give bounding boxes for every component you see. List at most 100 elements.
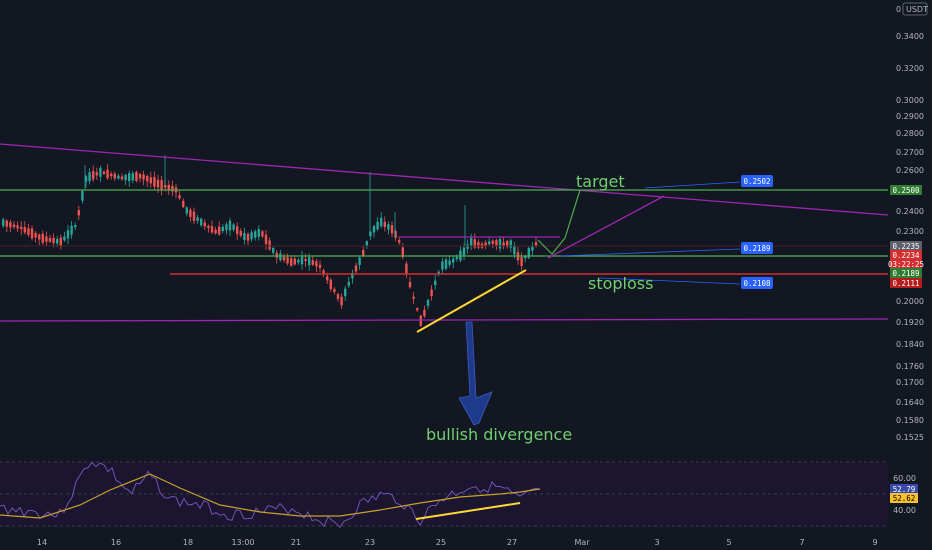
ascending-trendline[interactable] bbox=[547, 195, 665, 259]
y-tick-label: 0.1840 bbox=[896, 340, 924, 349]
candle-body bbox=[66, 230, 70, 239]
candle-body bbox=[12, 224, 16, 228]
candle-body bbox=[153, 177, 156, 187]
y-tick-label: 0.2800 bbox=[896, 129, 924, 138]
candle-body bbox=[491, 240, 494, 244]
candle-body bbox=[149, 177, 152, 184]
price-chart[interactable]: 0.2502 0.2189 0.2108 0.3400 0.3200 0.3000 0.2… bbox=[0, 0, 932, 550]
candle-body bbox=[38, 234, 41, 240]
level-badge-text: 0.2502 bbox=[743, 177, 770, 186]
candle-body bbox=[293, 258, 296, 265]
candle-body bbox=[9, 222, 12, 228]
candle-body bbox=[333, 288, 336, 293]
candle-body bbox=[124, 174, 127, 181]
candle-body bbox=[405, 263, 408, 274]
candle-body bbox=[347, 281, 350, 286]
bullish-divergence-annotation: bullish divergence bbox=[426, 425, 572, 444]
candle-body bbox=[196, 217, 199, 221]
candle-body bbox=[534, 242, 538, 246]
candle-body bbox=[23, 227, 26, 233]
down-arrow-icon bbox=[458, 321, 493, 426]
candle-body bbox=[268, 240, 271, 250]
candle-body bbox=[131, 173, 134, 181]
candle-body bbox=[2, 219, 5, 226]
candle-body bbox=[167, 184, 170, 191]
x-tick-label: 13:00 bbox=[231, 538, 254, 547]
y-tick-label: 0.1640 bbox=[896, 398, 924, 407]
rsi-value-text: 52.62 bbox=[893, 494, 916, 503]
candle-body bbox=[452, 258, 455, 263]
candle-body bbox=[250, 232, 253, 240]
y-axis[interactable]: 0.3400 0.3200 0.3000 0.2900 0.2800 0.2700 0.26… bbox=[888, 32, 924, 515]
target-annotation: target bbox=[576, 172, 625, 191]
candle-body bbox=[448, 260, 451, 265]
price-label-text: 0.2111 bbox=[892, 279, 919, 288]
x-tick-label: 16 bbox=[111, 538, 121, 547]
y-tick-label: 0.1525 bbox=[896, 433, 924, 442]
candle-body bbox=[376, 221, 379, 230]
rsi-tick-label: 60.00 bbox=[893, 474, 916, 483]
candle-body bbox=[156, 179, 160, 188]
y-tick-label: 0.3200 bbox=[896, 64, 924, 73]
candle-body bbox=[110, 173, 113, 177]
candle-body bbox=[254, 231, 257, 238]
candle-body bbox=[192, 211, 196, 221]
x-tick-label: 7 bbox=[799, 538, 804, 547]
candle-body bbox=[455, 257, 458, 260]
candle-body bbox=[372, 226, 376, 233]
candle-body bbox=[117, 175, 120, 179]
x-tick-label: 5 bbox=[726, 538, 731, 547]
candle-body bbox=[41, 233, 44, 243]
candle-body bbox=[264, 234, 268, 245]
candle-body bbox=[408, 282, 412, 288]
candle-body bbox=[210, 225, 214, 233]
x-axis[interactable]: 14 16 18 13:00 21 23 25 27 Mar 3 5 7 9 bbox=[37, 538, 878, 547]
candle-body bbox=[95, 172, 98, 176]
y-tick-label: 0.1700 bbox=[896, 378, 924, 387]
candle-body bbox=[304, 259, 307, 262]
candle-body bbox=[383, 221, 386, 227]
candle-body bbox=[200, 218, 203, 226]
support-level-line[interactable] bbox=[0, 318, 889, 322]
candle-body bbox=[164, 185, 167, 188]
candle-body bbox=[52, 237, 55, 244]
candle-body bbox=[207, 225, 210, 228]
candle-body bbox=[380, 217, 383, 227]
x-tick-label: 9 bbox=[872, 538, 877, 547]
y-tick-label: 0.3000 bbox=[896, 96, 924, 105]
candle-body bbox=[102, 171, 106, 174]
x-tick-label: 23 bbox=[365, 538, 375, 547]
candle-body bbox=[113, 173, 116, 179]
candle-body bbox=[128, 173, 131, 182]
candle-body bbox=[185, 207, 188, 214]
y-tick-label: 0.2900 bbox=[896, 112, 924, 121]
candle-body bbox=[336, 294, 340, 299]
x-tick-label: 25 bbox=[436, 538, 446, 547]
candle-body bbox=[513, 245, 516, 255]
x-tick-label: 21 bbox=[291, 538, 301, 547]
candle-body bbox=[531, 246, 534, 251]
candle-body bbox=[390, 225, 394, 234]
candle-body bbox=[246, 233, 250, 241]
y-tick-label: 0.2300 bbox=[896, 227, 924, 236]
y-tick-label: 0.1580 bbox=[896, 416, 924, 425]
candle-body bbox=[221, 226, 224, 232]
candle-body bbox=[218, 226, 221, 235]
price-label-text: 0.2234 bbox=[892, 251, 920, 260]
candle-body bbox=[340, 296, 343, 306]
candle-body bbox=[70, 225, 73, 235]
candle-body bbox=[416, 308, 419, 311]
candle-body bbox=[369, 231, 372, 237]
candle-body bbox=[434, 280, 437, 286]
candle-body bbox=[290, 258, 293, 266]
x-tick-label: 18 bbox=[183, 538, 193, 547]
candle-body bbox=[326, 276, 329, 281]
candle-body bbox=[419, 315, 422, 326]
candle-body bbox=[300, 256, 304, 265]
candle-body bbox=[99, 167, 102, 177]
candle-body bbox=[279, 253, 282, 261]
candle-body bbox=[329, 279, 332, 290]
candle-body bbox=[387, 224, 390, 230]
candle-body bbox=[484, 242, 487, 246]
candle-body bbox=[232, 224, 235, 230]
